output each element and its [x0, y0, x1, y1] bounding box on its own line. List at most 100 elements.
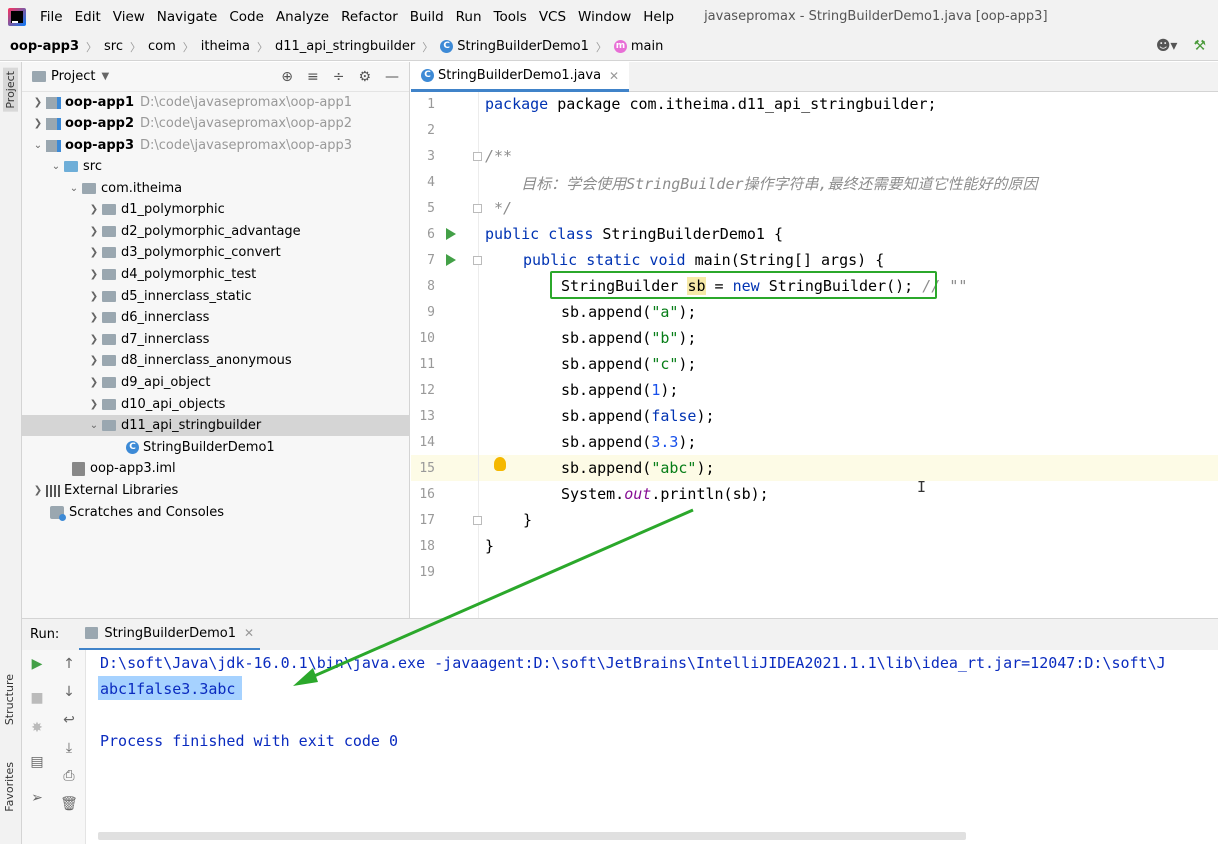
chevron-right-icon[interactable]: ❯ — [86, 269, 102, 280]
menu-navigate[interactable]: Navigate — [151, 9, 224, 25]
fold-marker-icon[interactable] — [473, 204, 482, 213]
menu-window[interactable]: Window — [572, 9, 637, 25]
chevron-right-icon[interactable]: ❯ — [30, 485, 46, 496]
tree-item-package[interactable]: ❯ d2_polymorphic_advantage — [22, 221, 410, 242]
tree-item-label: d10_api_objects — [121, 397, 226, 412]
pin-icon[interactable]: ➢ — [27, 790, 47, 806]
chevron-down-icon[interactable]: ⌄ — [30, 140, 46, 151]
tree-item-package-selected[interactable]: ⌄ d11_api_stringbuilder — [22, 415, 410, 436]
minimize-icon[interactable]: — — [385, 69, 399, 85]
fold-marker-icon[interactable] — [473, 256, 482, 265]
menu-analyze[interactable]: Analyze — [270, 9, 335, 25]
breadcrumb-method[interactable]: main — [631, 39, 663, 54]
chevron-right-icon[interactable]: ❯ — [86, 355, 102, 366]
tree-item-package[interactable]: ❯ d9_api_object — [22, 372, 410, 393]
chevron-down-icon[interactable]: ⌄ — [86, 420, 102, 431]
tree-item-oop-app1[interactable]: ❯ oop-app1 D:\code\javasepromax\oop-app1 — [22, 92, 410, 113]
tab-stringbuilderdemo1[interactable]: C StringBuilderDemo1.java ✕ — [411, 62, 630, 92]
menu-refactor[interactable]: Refactor — [335, 9, 404, 25]
rerun-icon[interactable]: ▶ — [27, 656, 47, 672]
chevron-right-icon[interactable]: ❯ — [86, 204, 102, 215]
run-tab-label: StringBuilderDemo1 — [104, 625, 236, 641]
fold-marker-icon[interactable] — [473, 516, 482, 525]
chevron-right-icon[interactable]: ❯ — [86, 334, 102, 345]
console-horizontal-scrollbar[interactable] — [98, 832, 966, 840]
chevron-down-icon[interactable]: ⌄ — [66, 183, 82, 194]
tree-item-package[interactable]: ❯ d8_innerclass_anonymous — [22, 350, 410, 371]
chevron-right-icon[interactable]: ❯ — [30, 97, 46, 108]
chevron-right-icon[interactable]: ❯ — [86, 247, 102, 258]
expand-all-icon[interactable]: ≡ — [307, 69, 319, 85]
tree-item-package[interactable]: ❯ d5_innerclass_static — [22, 286, 410, 307]
tree-item-package[interactable]: ❯ d10_api_objects — [22, 394, 410, 415]
fold-marker-icon[interactable] — [473, 152, 482, 161]
package-icon — [102, 247, 116, 258]
stripe-structure-tab[interactable]: Structure — [3, 674, 16, 725]
tree-item-package[interactable]: ❯ d4_polymorphic_test — [22, 264, 410, 285]
stripe-favorites-tab[interactable]: Favorites — [3, 762, 16, 812]
lightbulb-icon[interactable] — [494, 457, 506, 471]
line-number: 9 — [427, 305, 435, 320]
arrow-down-icon[interactable]: ↓ — [59, 684, 79, 700]
tree-item-package[interactable]: ❯ d1_polymorphic — [22, 199, 410, 220]
tree-item-iml[interactable]: oop-app3.iml — [22, 458, 410, 479]
menu-run[interactable]: Run — [450, 9, 488, 25]
breadcrumb-com[interactable]: com — [148, 39, 176, 54]
print-icon[interactable]: ⎙ — [59, 768, 79, 784]
breadcrumb-class[interactable]: StringBuilderDemo1 — [457, 39, 589, 54]
stripe-project-tab[interactable]: Project — [3, 68, 18, 112]
tree-item-oop-app2[interactable]: ❯ oop-app2 D:\code\javasepromax\oop-app2 — [22, 113, 410, 134]
arrow-up-icon[interactable]: ↑ — [59, 656, 79, 672]
tree-item-class-file[interactable]: C StringBuilderDemo1 — [22, 437, 410, 458]
tree-item-package[interactable]: ❯ d3_polymorphic_convert — [22, 242, 410, 263]
tree-item-label: com.itheima — [101, 181, 183, 196]
breadcrumb-src[interactable]: src — [104, 39, 123, 54]
run-main-icon[interactable] — [446, 254, 456, 266]
menu-view[interactable]: View — [107, 9, 151, 25]
menu-vcs[interactable]: VCS — [533, 9, 572, 25]
menu-help[interactable]: Help — [637, 9, 680, 25]
menu-file[interactable]: File — [34, 9, 69, 25]
close-icon[interactable]: ✕ — [609, 69, 619, 83]
tree-item-label: d2_polymorphic_advantage — [121, 224, 301, 239]
scroll-to-end-icon[interactable]: ⤓ — [59, 740, 79, 756]
run-class-icon[interactable] — [446, 228, 456, 240]
close-icon[interactable]: ✕ — [244, 626, 254, 640]
breadcrumb-package[interactable]: d11_api_stringbuilder — [275, 39, 415, 54]
collapse-all-icon[interactable]: ÷ — [333, 69, 345, 85]
tree-item-package[interactable]: ⌄ com.itheima — [22, 178, 410, 199]
stop-icon[interactable]: ■ — [27, 690, 47, 706]
chevron-right-icon[interactable]: ❯ — [86, 377, 102, 388]
tree-item-scratches[interactable]: Scratches and Consoles — [22, 502, 410, 523]
gear-icon[interactable]: ⚙ — [358, 69, 371, 85]
chevron-right-icon[interactable]: ❯ — [86, 291, 102, 302]
trash-icon[interactable]: 🗑 — [59, 796, 79, 812]
menu-build[interactable]: Build — [404, 9, 450, 25]
run-tab-stringbuilderdemo1[interactable]: StringBuilderDemo1 ✕ — [79, 619, 261, 651]
tree-item-oop-app3[interactable]: ⌄ oop-app3 D:\code\javasepromax\oop-app3 — [22, 135, 410, 156]
chevron-down-icon[interactable]: ⌄ — [48, 161, 64, 172]
menu-tools[interactable]: Tools — [488, 9, 533, 25]
project-view-selector[interactable]: Project — [51, 69, 95, 84]
breadcrumb-project[interactable]: oop-app3 — [10, 39, 79, 54]
package-icon — [102, 291, 116, 302]
tree-item-src[interactable]: ⌄ src — [22, 156, 410, 177]
chevron-right-icon[interactable]: ❯ — [86, 312, 102, 323]
build-hammer-icon[interactable]: ⚒ — [1193, 38, 1206, 54]
user-account-icon[interactable]: ☻▾ — [1156, 38, 1178, 54]
menu-code[interactable]: Code — [223, 9, 270, 25]
nav-toolbar: ☻▾ ⚒ — [1156, 38, 1206, 54]
chevron-right-icon[interactable]: ❯ — [30, 118, 46, 129]
chevron-down-icon[interactable]: ▼ — [101, 71, 109, 82]
chevron-right-icon[interactable]: ❯ — [86, 399, 102, 410]
tree-item-external-libraries[interactable]: ❯ External Libraries — [22, 480, 410, 501]
locate-file-icon[interactable]: ⊕ — [281, 69, 293, 85]
tree-item-package[interactable]: ❯ d7_innerclass — [22, 329, 410, 350]
breadcrumb-itheima[interactable]: itheima — [201, 39, 250, 54]
debug-icon[interactable]: ✸ — [27, 720, 47, 736]
menu-edit[interactable]: Edit — [69, 9, 107, 25]
tree-item-package[interactable]: ❯ d6_innerclass — [22, 307, 410, 328]
soft-wrap-icon[interactable]: ↩ — [59, 712, 79, 728]
layout-icon[interactable]: ▤ — [27, 754, 47, 770]
chevron-right-icon[interactable]: ❯ — [86, 226, 102, 237]
